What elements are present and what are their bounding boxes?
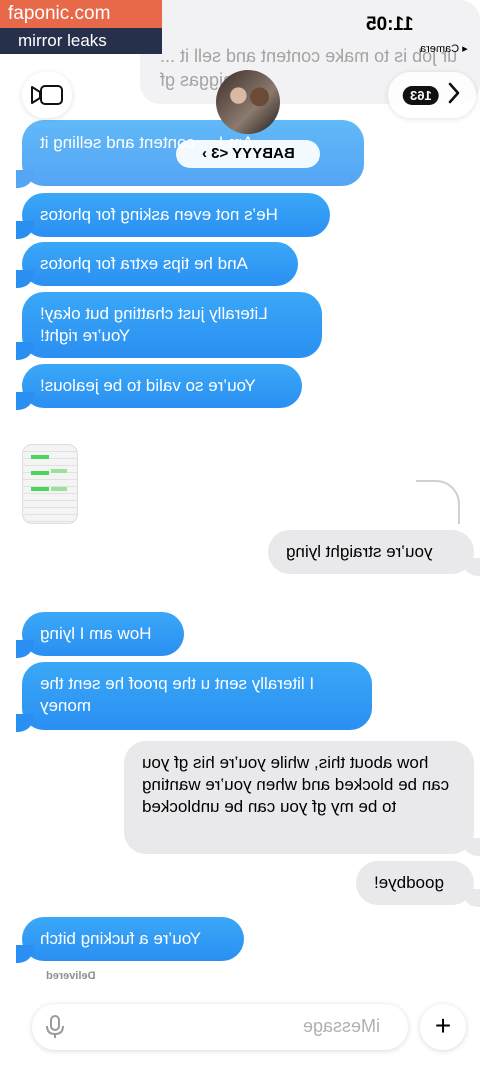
video-camera-icon <box>31 85 63 105</box>
message-text: goodbye! <box>374 873 444 892</box>
back-to-camera-link[interactable]: ◂ Camera <box>420 42 468 55</box>
message-bubble[interactable]: You’re a fucking bitch <box>16 917 244 963</box>
chevron-right-icon <box>447 82 461 108</box>
message-text: You’re so valid to be jealous! <box>40 376 256 395</box>
message-text: He’s not even asking for photos <box>40 205 278 224</box>
watermark-tag: mirror leaks <box>0 28 162 54</box>
plus-button[interactable]: + <box>420 1004 466 1050</box>
message-bubble[interactable]: Literally just chatting but okay! You’re… <box>16 292 322 360</box>
screenshot-thumbnail[interactable] <box>22 444 78 524</box>
message-bubble[interactable]: You’re so valid to be jealous! <box>16 364 302 410</box>
message-text: I literally sent u the proof he sent the… <box>40 674 315 715</box>
delivered-status: Delivered <box>46 970 96 982</box>
contact-name[interactable]: BABYYY <3 › <box>176 140 320 168</box>
facetime-button[interactable] <box>22 72 72 118</box>
message-bubble[interactable]: how about this, while you’re his gf you … <box>124 741 480 856</box>
contact-name-label: BABYYY <3 › <box>201 145 295 162</box>
message-text: You’re a fucking bitch <box>40 929 201 948</box>
status-time: 11:05 <box>366 14 414 35</box>
message-text: And he tips extra for photos <box>40 254 248 273</box>
message-bubble[interactable]: goodbye! <box>356 861 480 907</box>
watermark-site: faponic.com <box>0 0 162 28</box>
message-bubble[interactable]: And he tips extra for photos <box>16 242 298 288</box>
message-bubble[interactable]: I literally sent u the proof he sent the… <box>16 662 372 732</box>
message-text: how about this, while you’re his gf you … <box>142 753 450 816</box>
message-text: How am I lying <box>40 624 152 643</box>
unread-badge: 163 <box>403 85 439 105</box>
message-placeholder: iMessage <box>302 1016 380 1036</box>
message-text: you’re straight lying <box>286 542 433 561</box>
message-text: Literally just chatting but okay! You’re… <box>40 304 268 345</box>
message-input[interactable]: iMessage <box>32 1004 408 1050</box>
message-bubble[interactable]: He’s not even asking for photos <box>16 193 330 239</box>
back-button[interactable]: 163 <box>388 72 476 118</box>
reply-thread-line <box>416 480 460 524</box>
microphone-icon[interactable] <box>44 1014 66 1040</box>
message-bubble[interactable]: How am I lying <box>16 612 184 658</box>
contact-avatar[interactable] <box>216 70 280 134</box>
message-bubble[interactable]: you’re straight lying <box>268 530 480 576</box>
